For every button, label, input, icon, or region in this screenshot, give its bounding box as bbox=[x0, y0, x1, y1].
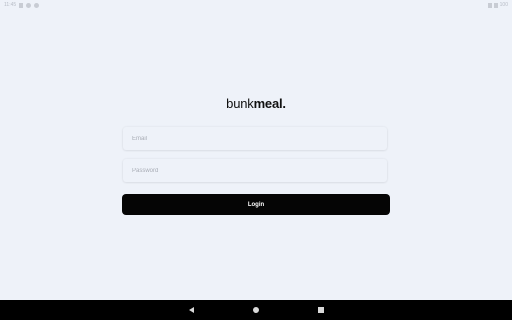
back-button[interactable] bbox=[181, 300, 201, 320]
back-icon bbox=[188, 307, 194, 313]
status-bar: 11:45 100 bbox=[0, 0, 512, 10]
app-logo: bunkmeal. bbox=[0, 96, 512, 111]
battery-icon bbox=[493, 2, 498, 8]
login-button[interactable]: Login bbox=[122, 194, 390, 215]
notification-icon bbox=[19, 2, 24, 8]
status-left: 11:45 bbox=[4, 2, 40, 8]
battery-text: 100 bbox=[499, 2, 508, 8]
recents-button[interactable] bbox=[311, 300, 331, 320]
sync-icon bbox=[34, 2, 40, 8]
status-right: 100 bbox=[487, 2, 508, 8]
system-nav-bar bbox=[0, 300, 512, 320]
password-field[interactable] bbox=[123, 159, 387, 182]
logo-part-bunk: bunk bbox=[226, 96, 254, 111]
recents-icon bbox=[318, 307, 324, 313]
home-button[interactable] bbox=[246, 300, 266, 320]
settings-icon bbox=[26, 2, 32, 8]
wifi-icon bbox=[487, 2, 492, 8]
email-field[interactable] bbox=[123, 127, 387, 150]
logo-part-meal: meal. bbox=[253, 96, 286, 111]
home-icon bbox=[253, 307, 259, 313]
status-time: 11:45 bbox=[4, 2, 17, 8]
